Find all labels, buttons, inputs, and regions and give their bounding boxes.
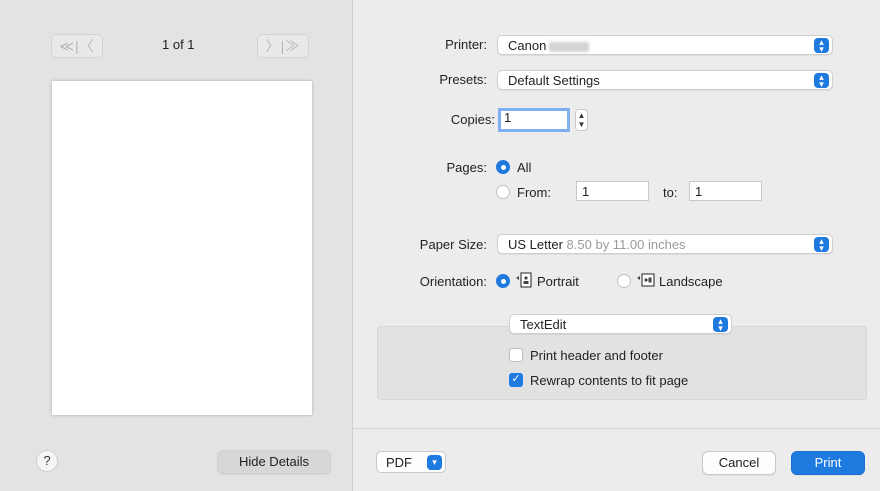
footer-divider <box>353 428 880 429</box>
copies-stepper[interactable]: ▲ ▼ <box>575 109 588 131</box>
cancel-button[interactable]: Cancel <box>702 451 776 475</box>
portrait-orientation-icon <box>515 272 533 291</box>
chevron-down-icon: ▾ <box>427 455 442 470</box>
up-down-chevron-icon: ▴ ▾ <box>713 316 728 332</box>
pages-from-radio[interactable] <box>496 185 510 199</box>
app-options-popup[interactable]: TextEdit ▴ ▾ <box>509 314 732 334</box>
landscape-radio[interactable] <box>617 274 631 288</box>
paper-size-popup[interactable]: US Letter 8.50 by 11.00 inches ▴ ▾ <box>497 234 833 254</box>
pages-from-field[interactable]: 1 <box>576 181 649 201</box>
printer-popup[interactable]: Canon ▴ ▾ <box>497 35 833 55</box>
textedit-options-box <box>377 326 867 400</box>
up-down-chevron-icon: ▴ ▾ <box>814 37 829 53</box>
hide-details-button[interactable]: Hide Details <box>217 450 331 474</box>
printer-label: Printer: <box>445 37 487 52</box>
up-down-chevron-icon: ▴ ▾ <box>814 72 829 88</box>
print-header-footer-label: Print header and footer <box>530 348 663 363</box>
copies-field[interactable]: 1 <box>498 108 570 132</box>
previous-page-buttons[interactable]: ≪|〈 <box>51 34 103 58</box>
print-dialog: ≪|〈 1 of 1 〉|≫ ? Hide Details Printer: C… <box>0 0 880 491</box>
portrait-label: Portrait <box>537 274 579 289</box>
pdf-menu-button[interactable]: PDF ▾ <box>376 451 446 473</box>
paper-size-detail: 8.50 by 11.00 inches <box>566 237 686 252</box>
landscape-label: Landscape <box>659 274 723 289</box>
pages-to-label: to: <box>663 185 678 200</box>
paper-size-value: US Letter <box>508 237 563 252</box>
pages-label: Pages: <box>446 160 487 175</box>
portrait-radio[interactable] <box>496 274 510 288</box>
redacted-model-name <box>549 41 590 52</box>
pages-all-radio[interactable] <box>496 160 510 174</box>
orientation-label: Orientation: <box>419 274 487 289</box>
help-button[interactable]: ? <box>36 450 58 472</box>
page-counter: 1 of 1 <box>162 37 195 52</box>
presets-popup[interactable]: Default Settings ▴ ▾ <box>497 70 833 90</box>
page-preview <box>52 81 312 415</box>
paper-size-label: Paper Size: <box>419 237 487 252</box>
pages-from-label: From: <box>517 185 551 200</box>
pages-to-field[interactable]: 1 <box>689 181 762 201</box>
pdf-label: PDF <box>386 455 412 470</box>
presets-label: Presets: <box>439 72 487 87</box>
next-page-buttons[interactable]: 〉|≫ <box>257 34 309 58</box>
presets-value: Default Settings <box>508 73 600 88</box>
print-header-footer-checkbox[interactable] <box>509 348 523 362</box>
rewrap-contents-checkbox[interactable]: ✓ <box>509 373 523 387</box>
printer-value: Canon <box>508 38 547 53</box>
rewrap-contents-label: Rewrap contents to fit page <box>530 373 689 388</box>
checkmark-icon: ✓ <box>511 373 521 385</box>
print-button[interactable]: Print <box>791 451 865 475</box>
landscape-orientation-icon <box>636 272 656 291</box>
preview-pane: ≪|〈 1 of 1 〉|≫ ? Hide Details <box>0 0 353 491</box>
app-options-value: TextEdit <box>520 317 567 332</box>
copies-label: Copies: <box>450 112 495 127</box>
up-down-chevron-icon: ▴ ▾ <box>814 236 829 252</box>
pages-all-label: All <box>517 160 532 175</box>
